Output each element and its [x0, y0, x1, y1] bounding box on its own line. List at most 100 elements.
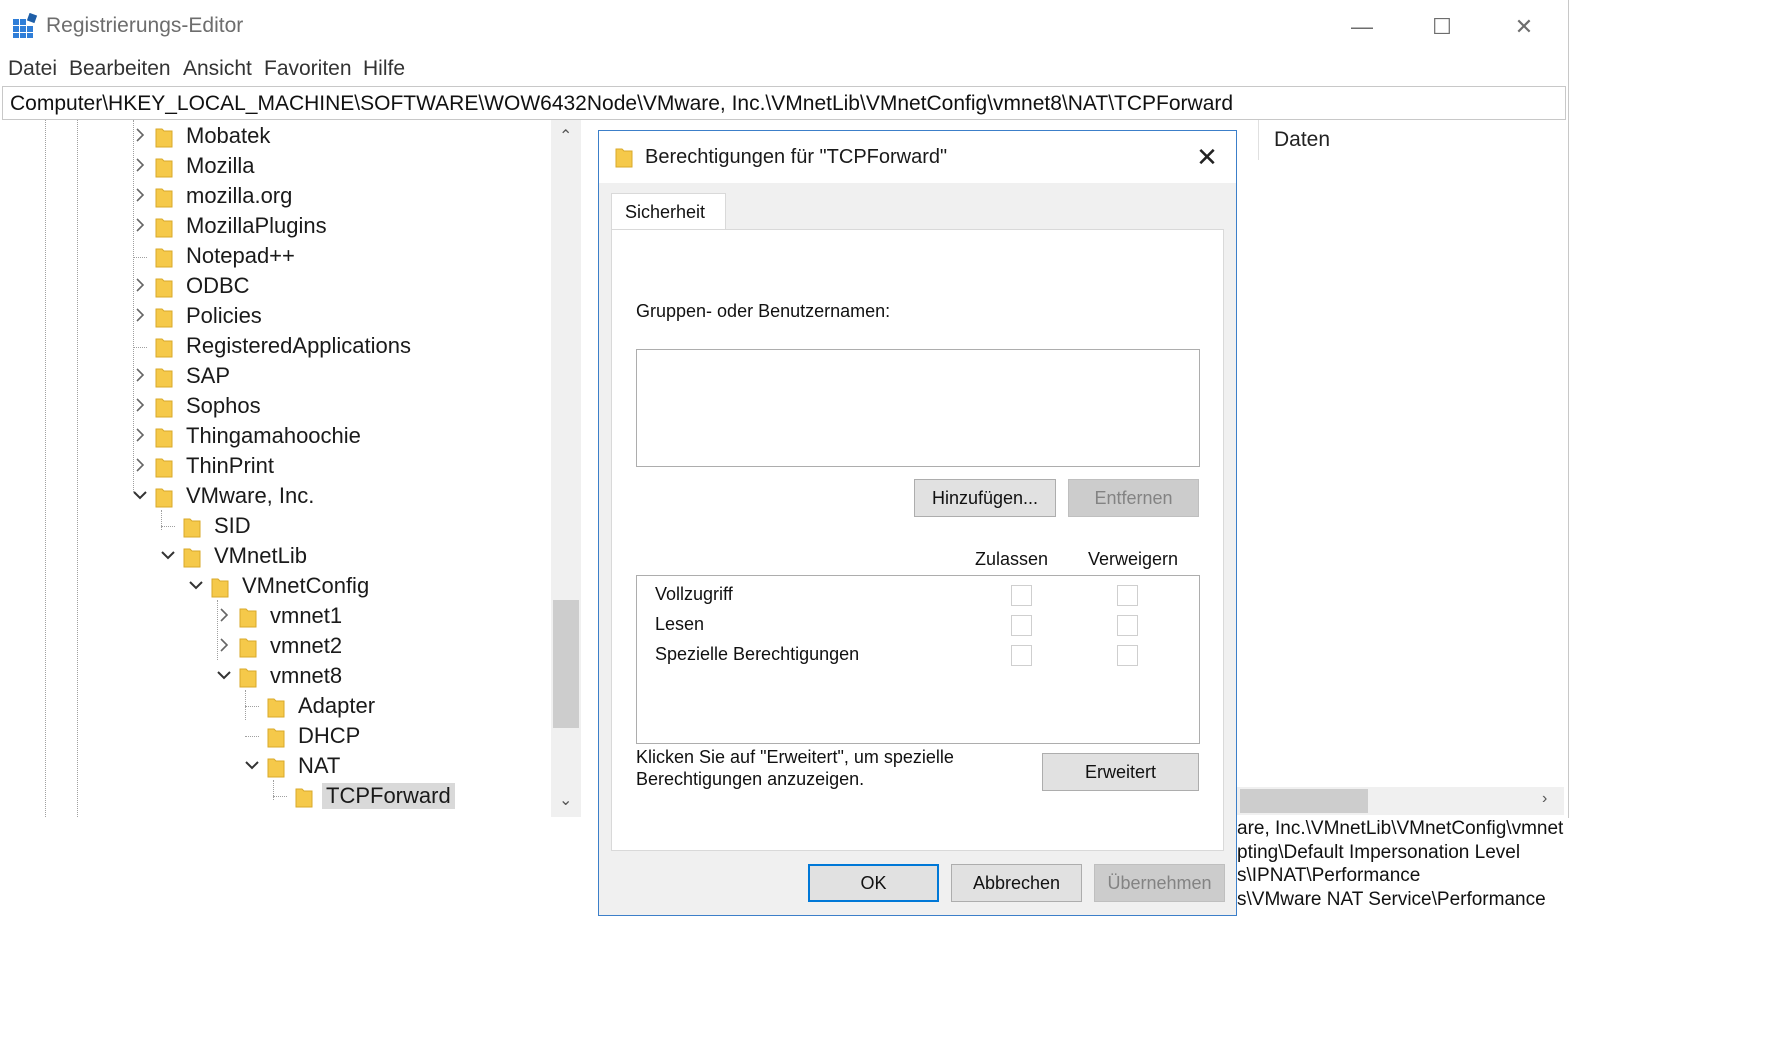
chevron-right-icon[interactable] — [131, 304, 149, 326]
tree-node-label: VMnetLib — [214, 543, 307, 568]
address-bar[interactable]: Computer\HKEY_LOCAL_MACHINE\SOFTWARE\WOW… — [2, 86, 1566, 120]
scroll-up-icon[interactable]: ⌃ — [559, 126, 572, 146]
folder-icon — [267, 756, 285, 778]
tree-node-label: Adapter — [298, 693, 376, 718]
tree-node-label: Policies — [186, 303, 262, 328]
maximize-button[interactable]: ☐ — [1414, 8, 1470, 46]
allow-column-header: Zulassen — [975, 549, 1049, 569]
window-title: Registrierungs-Editor — [46, 14, 244, 37]
chevron-right-icon[interactable] — [131, 454, 149, 476]
tree-node-label: TCPForward — [322, 783, 455, 809]
cancel-button[interactable]: Abbrechen — [951, 864, 1082, 902]
deny-column-header: Verweigern — [1088, 549, 1179, 569]
values-scrollbar-thumb[interactable] — [1240, 789, 1368, 813]
deny-checkbox[interactable] — [1117, 645, 1138, 666]
tree-node-label: vmnet2 — [270, 633, 343, 658]
permission-name: Vollzugriff — [655, 584, 733, 604]
background-text-line: s\VMware NAT Service\Performance — [1237, 889, 1546, 910]
title-bar[interactable]: Registrierungs-Editor — ☐ ✕ — [0, 0, 1568, 52]
chevron-down-icon[interactable] — [215, 664, 233, 686]
chevron-down-icon[interactable] — [131, 484, 149, 506]
folder-icon — [155, 366, 173, 388]
groups-label: Gruppen- oder Benutzernamen: — [636, 301, 891, 321]
folder-icon — [211, 576, 229, 598]
folder-icon — [239, 606, 257, 628]
registry-tree[interactable]: Mobatek Mozilla mozilla.org MozillaPlugins N… — [2, 120, 551, 817]
chevron-down-icon[interactable] — [187, 574, 205, 596]
tree-node-label: VMnetConfig — [242, 573, 370, 598]
chevron-down-icon[interactable] — [159, 544, 177, 566]
minimize-button[interactable]: — — [1334, 8, 1390, 46]
folder-icon — [155, 216, 173, 238]
tree-node-label: Mozilla — [186, 153, 255, 178]
menu-datei[interactable]: Datei — [8, 57, 57, 81]
permissions-list: Vollzugriff Lesen Spezielle Berechtigungen — [636, 575, 1200, 744]
tab-label: Sicherheit — [625, 202, 706, 222]
tree-node-label: Sophos — [186, 393, 261, 418]
tab-sicherheit[interactable]: Sicherheit — [611, 193, 726, 230]
ok-button[interactable]: OK — [808, 864, 939, 902]
folder-icon — [155, 246, 173, 268]
chevron-right-icon[interactable] — [131, 214, 149, 236]
folder-icon — [295, 786, 313, 808]
allow-checkbox[interactable] — [1011, 645, 1032, 666]
tree-node-label: mozilla.org — [186, 183, 293, 208]
folder-icon — [155, 126, 173, 148]
deny-checkbox[interactable] — [1117, 615, 1138, 636]
menu-hilfe[interactable]: Hilfe — [363, 57, 405, 81]
tree-node-label: SAP — [186, 363, 231, 388]
advanced-button[interactable]: Erweitert — [1042, 753, 1199, 791]
chevron-right-icon[interactable] — [131, 184, 149, 206]
folder-icon — [155, 186, 173, 208]
chevron-down-icon[interactable] — [243, 754, 261, 776]
tree-node-label: ThinPrint — [186, 453, 275, 478]
folder-icon — [155, 336, 173, 358]
remove-button[interactable]: Entfernen — [1068, 479, 1199, 517]
tree-scrollbar-thumb[interactable] — [553, 600, 579, 728]
background-text-line: pting\Default Impersonation Level — [1237, 842, 1521, 863]
chevron-right-icon[interactable] — [131, 154, 149, 176]
tree-node-label: Thingamahoochie — [186, 423, 361, 448]
apply-button[interactable]: Übernehmen — [1094, 864, 1225, 902]
menu-ansicht[interactable]: Ansicht — [183, 57, 252, 81]
tree-node-label: Mobatek — [186, 123, 271, 148]
folder-icon — [155, 276, 173, 298]
chevron-right-icon[interactable] — [131, 394, 149, 416]
tree-node-label: DHCP — [298, 723, 361, 748]
folder-icon — [267, 726, 285, 748]
chevron-right-icon[interactable] — [131, 424, 149, 446]
tree-node-label: ODBC — [186, 273, 250, 298]
folder-icon — [155, 426, 173, 448]
column-separator[interactable] — [1258, 120, 1259, 160]
deny-checkbox[interactable] — [1117, 585, 1138, 606]
advanced-hint-line2: Berechtigungen anzuzeigen. — [636, 769, 865, 789]
scroll-right-icon[interactable]: › — [1542, 790, 1547, 808]
chevron-right-icon[interactable] — [215, 634, 233, 656]
folder-icon — [155, 156, 173, 178]
tree-node-label: vmnet8 — [270, 663, 343, 688]
folder-icon — [239, 666, 257, 688]
groups-listbox[interactable] — [636, 349, 1200, 467]
chevron-right-icon[interactable] — [131, 274, 149, 296]
folder-icon — [155, 306, 173, 328]
scroll-down-icon[interactable]: ⌄ — [559, 790, 572, 810]
column-header-data[interactable]: Daten — [1274, 128, 1330, 152]
close-button[interactable]: ✕ — [1496, 8, 1552, 46]
chevron-right-icon[interactable] — [215, 604, 233, 626]
chevron-right-icon[interactable] — [131, 124, 149, 146]
menu-favoriten[interactable]: Favoriten — [264, 57, 352, 81]
folder-icon — [183, 546, 201, 568]
allow-checkbox[interactable] — [1011, 585, 1032, 606]
chevron-right-icon[interactable] — [131, 364, 149, 386]
tree-node-label: Notepad++ — [186, 243, 295, 268]
add-button[interactable]: Hinzufügen... — [914, 479, 1056, 517]
registry-editor-app-icon — [13, 13, 38, 38]
dialog-close-button[interactable]: ✕ — [1190, 140, 1224, 174]
folder-icon — [239, 636, 257, 658]
allow-checkbox[interactable] — [1011, 615, 1032, 636]
background-text-line: s\IPNAT\Performance — [1237, 865, 1421, 886]
address-path: Computer\HKEY_LOCAL_MACHINE\SOFTWARE\WOW… — [10, 92, 1234, 115]
advanced-hint-line1: Klicken Sie auf "Erweitert", um speziell… — [636, 747, 954, 767]
menu-bearbeiten[interactable]: Bearbeiten — [69, 57, 171, 81]
tree-node-label: vmnet1 — [270, 603, 343, 628]
